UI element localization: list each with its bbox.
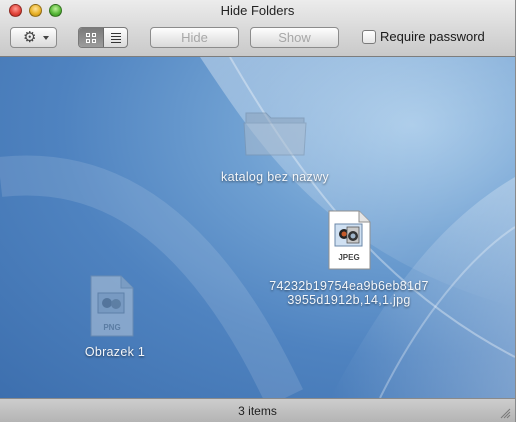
status-bar: 3 items xyxy=(0,398,515,422)
list-icon xyxy=(110,33,121,34)
require-password-option[interactable]: Require password xyxy=(362,30,485,44)
chevron-down-icon xyxy=(43,36,49,40)
jpeg-file-item[interactable]: JPEG xyxy=(326,210,372,275)
view-mode-control xyxy=(78,27,128,48)
png-file-item[interactable]: PNG xyxy=(86,275,136,342)
grid-icon-cell xyxy=(92,33,96,37)
list-view-button[interactable] xyxy=(104,28,128,47)
hide-folders-window: Hide Folders ⚙ Hide Show Require passwor… xyxy=(0,0,516,422)
jpeg-file-name: 74232b19754ea9b6eb81d7 3955d1912b,14,1.j… xyxy=(244,279,454,307)
item-count: 3 items xyxy=(238,404,277,418)
items-area[interactable]: katalog bez nazwy JPEG 74232b19754ea9b6e… xyxy=(0,57,515,398)
jpeg-file-name-line2: 3955d1912b,14,1.jpg xyxy=(287,293,411,307)
list-icon-line xyxy=(110,42,121,43)
require-password-checkbox[interactable] xyxy=(362,30,376,44)
list-icon-line xyxy=(110,36,121,37)
title-toolbar: Hide Folders ⚙ Hide Show Require passwor… xyxy=(0,0,515,57)
resize-grip-icon[interactable] xyxy=(500,408,511,419)
require-password-label: Require password xyxy=(380,29,485,44)
action-menu-button[interactable]: ⚙ xyxy=(10,27,57,48)
grid-icon-cell xyxy=(92,39,96,43)
jpeg-file-icon: JPEG xyxy=(328,210,371,270)
folder-item[interactable] xyxy=(200,105,350,161)
png-badge: PNG xyxy=(103,323,120,332)
hide-button[interactable]: Hide xyxy=(150,27,239,48)
png-file-icon: PNG xyxy=(90,275,134,337)
grid-icon xyxy=(86,33,90,37)
png-file-name: Obrazek 1 xyxy=(84,345,146,359)
icon-view-button[interactable] xyxy=(79,28,104,47)
gear-icon: ⚙ xyxy=(23,29,37,46)
jpeg-file-name-line1: 74232b19754ea9b6eb81d7 xyxy=(269,279,429,293)
jpeg-badge: JPEG xyxy=(338,253,359,262)
show-button[interactable]: Show xyxy=(250,27,339,48)
window-title: Hide Folders xyxy=(220,3,295,18)
folder-name: katalog bez nazwy xyxy=(221,170,329,184)
list-icon-line xyxy=(110,39,121,40)
grid-icon-cell xyxy=(86,39,90,43)
folder-icon xyxy=(243,112,307,156)
